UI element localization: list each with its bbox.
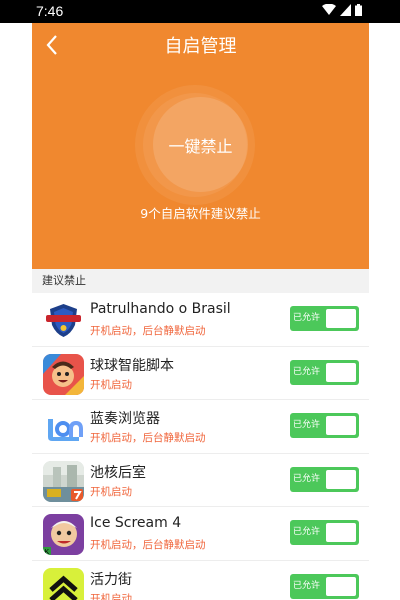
app-list: Patrulhando o Brasil 开机启动，后台静默启动 已允许 球球智… [32, 293, 369, 600]
pool-room-icon [43, 460, 84, 502]
app-name: 蓝奏浏览器 [90, 411, 160, 427]
status-time: 7:46 [36, 3, 64, 19]
toggle-label: 已允许 [293, 473, 321, 484]
toggle-label: 已允许 [293, 420, 321, 430]
svg-text:K: K [45, 549, 50, 555]
toggle-knob [326, 309, 356, 328]
app-name: Patrulhando o Brasil [90, 301, 231, 317]
header-panel: 自启管理 一键禁止 9个自启软件建议禁止 [32, 23, 369, 269]
section-header: 建议禁止 [32, 269, 369, 293]
game-character-icon [43, 353, 84, 395]
toggle-knob [326, 523, 356, 542]
app-screen: 自启管理 一键禁止 9个自启软件建议禁止 建议禁止 Patrulhando o … [32, 23, 369, 600]
toggle-label: 已允许 [293, 580, 321, 591]
autostart-toggle[interactable]: 已允许 [290, 413, 359, 438]
wifi-icon [322, 4, 336, 15]
status-bar: 7:46 [0, 0, 400, 23]
toggle-knob [326, 576, 356, 596]
app-start-mode: 开机启动，后台静默启动 [90, 325, 206, 337]
toggle-knob [326, 416, 356, 435]
autostart-toggle[interactable]: 已允许 [290, 520, 359, 545]
autostart-toggle[interactable]: 已允许 [290, 573, 359, 599]
signal-icon [340, 4, 351, 16]
list-item: 活力街 开机启动 已允许 [32, 561, 369, 600]
chevron-up-app-icon [43, 567, 84, 600]
autostart-toggle[interactable]: 已允许 [290, 306, 359, 331]
app-start-mode: 开机启动 [90, 485, 132, 498]
app-start-mode: 开机启动 [90, 592, 132, 600]
autostart-toggle[interactable]: 已允许 [290, 359, 359, 385]
autostart-toggle[interactable]: 已允许 [290, 466, 359, 492]
list-item: K Ice Scream 4 开机启动，后台静默启动 已允许 [32, 507, 369, 561]
app-name: 池核后室 [90, 464, 146, 481]
toggle-knob [326, 362, 356, 382]
list-item: Patrulhando o Brasil 开机启动，后台静默启动 已允许 [32, 293, 369, 347]
one-key-disable-label: 一键禁止 [168, 136, 233, 156]
suggest-count-text: 9个自启软件建议禁止 [140, 206, 261, 221]
app-name: 球球智能脚本 [90, 357, 174, 374]
app-name: Ice Scream 4 [90, 515, 182, 531]
page-title: 自启管理 [164, 36, 237, 57]
police-badge-icon [43, 300, 84, 341]
list-item: 球球智能脚本 开机启动 已允许 [32, 347, 369, 400]
app-start-mode: 开机启动，后台静默启动 [90, 432, 206, 444]
app-start-mode: 开机启动，后台静默启动 [90, 539, 206, 551]
status-icons [322, 4, 362, 16]
one-key-disable-button[interactable]: 一键禁止 [153, 97, 248, 192]
battery-icon [355, 4, 362, 16]
list-item: 池核后室 开机启动 已允许 [32, 454, 369, 507]
toggle-label: 已允许 [293, 366, 321, 377]
ice-scream-icon: K [43, 514, 84, 555]
toggle-knob [326, 469, 356, 489]
toggle-label: 已允许 [293, 527, 321, 537]
lan-browser-icon [43, 407, 84, 448]
toggle-label: 已允许 [293, 313, 321, 323]
list-item: 蓝奏浏览器 开机启动，后台静默启动 已允许 [32, 400, 369, 454]
app-start-mode: 开机启动 [90, 378, 132, 391]
app-name: 活力街 [90, 571, 132, 588]
